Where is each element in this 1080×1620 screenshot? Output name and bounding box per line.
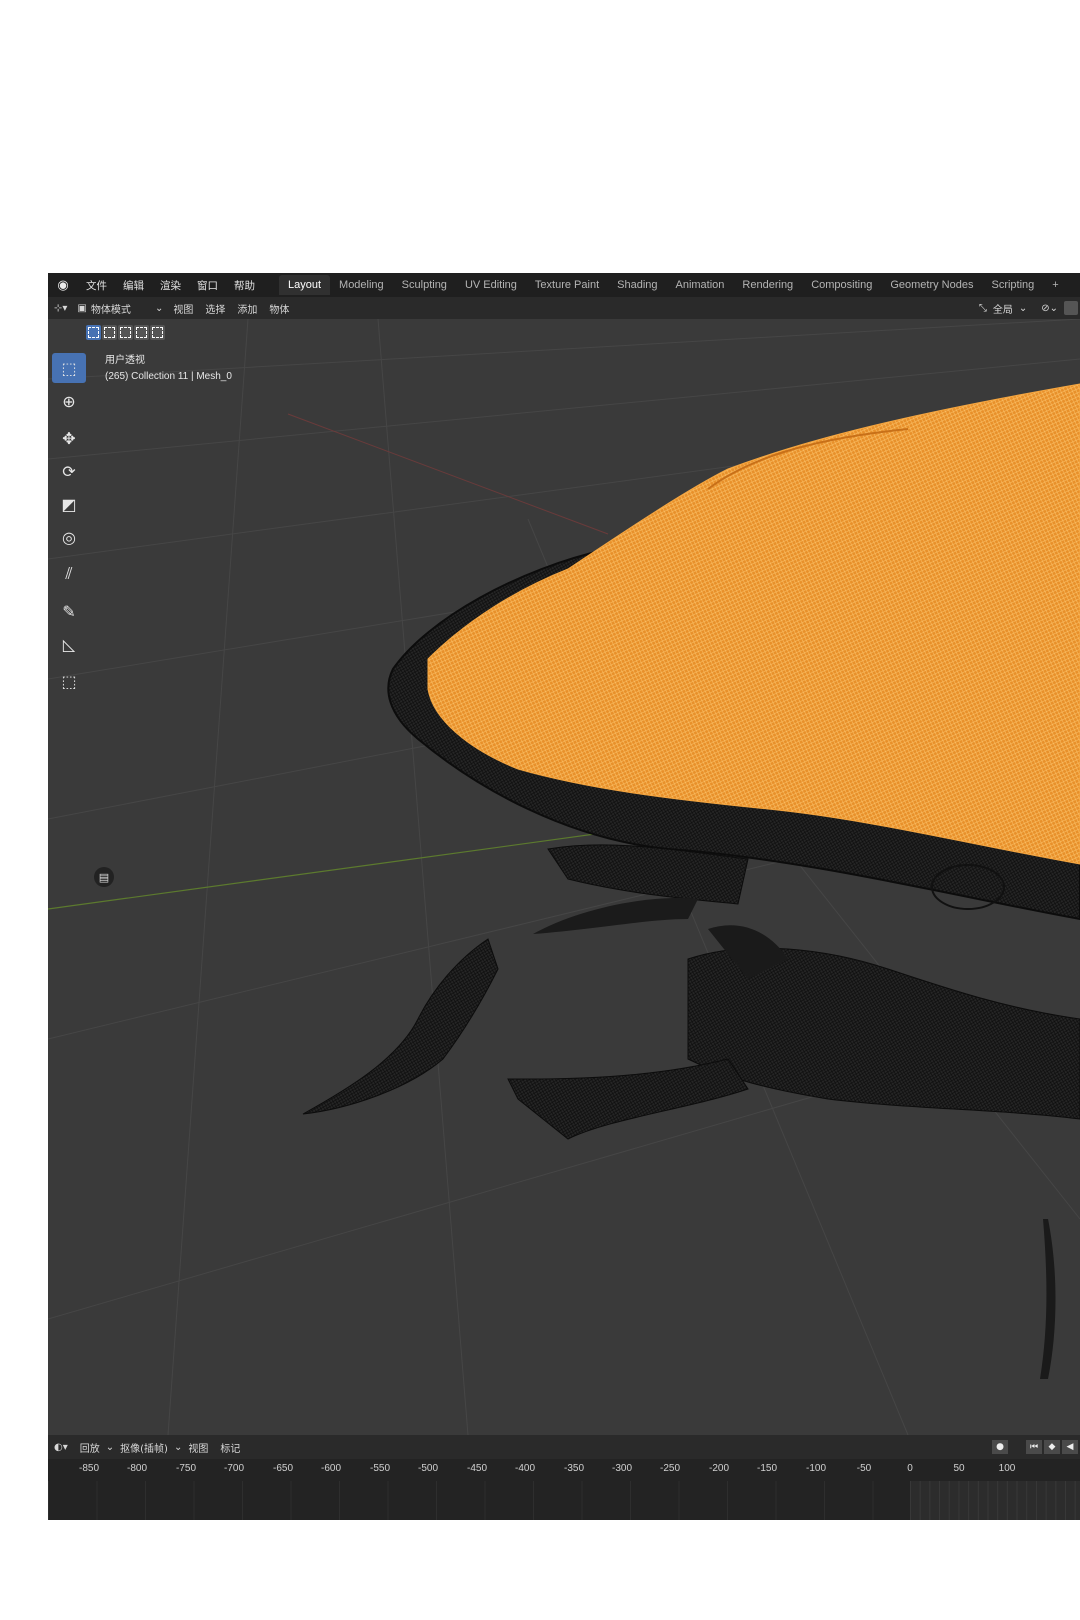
select-box-tool-icon[interactable]: ⬚ [52, 353, 86, 383]
play-reverse-icon[interactable]: ◀ [1062, 1440, 1078, 1454]
add-cube-tool-icon[interactable]: ⬚ [52, 666, 86, 696]
tab-layout[interactable]: Layout [279, 275, 331, 295]
record-icon[interactable]: ● [992, 1440, 1008, 1454]
scale-tool-icon[interactable]: ◩ [52, 489, 86, 519]
editor-type-icon[interactable]: ⊹▾ [48, 303, 73, 314]
menu-edit[interactable]: 编辑 [115, 278, 152, 293]
rotate-tool-icon[interactable]: ⟳ [52, 456, 86, 486]
timeline-header: ◐▾ 回放 ⌄ 抠像(插帧) ⌄ 视图 标记 ● ⏮ ◆ ◀ [48, 1435, 1080, 1459]
tool-shelf: ⬚ ⊕ ✥ ⟳ ◩ ◎ ⫽ ✎ ◺ ⬚ [52, 353, 88, 699]
view-name: 用户透视 [105, 355, 145, 366]
ruler-tick: -650 [272, 1463, 294, 1474]
ruler-tick: -750 [175, 1463, 197, 1474]
menu-select[interactable]: 选择 [199, 301, 231, 316]
menu-help[interactable]: 帮助 [226, 278, 263, 293]
ruler-tick: 100 [998, 1463, 1016, 1474]
pivot-icon[interactable]: ⊘⌄ [1041, 303, 1058, 314]
ruler-tick: -100 [805, 1463, 827, 1474]
menu-file[interactable]: 文件 [78, 278, 115, 293]
mode-label: 物体模式 [90, 304, 131, 316]
ruler-tick: -600 [320, 1463, 342, 1474]
tab-scripting[interactable]: Scripting [982, 275, 1043, 295]
tab-compositing[interactable]: Compositing [802, 275, 881, 295]
menu-add[interactable]: 添加 [231, 301, 263, 316]
header-right-group: ⤡ 全局 ⌄ ⊘⌄ [979, 297, 1080, 319]
chevron-down-icon: ⌄ [155, 302, 164, 314]
ruler-tick: -350 [563, 1463, 585, 1474]
ruler-tick: -500 [417, 1463, 439, 1474]
menu-window[interactable]: 窗口 [189, 278, 226, 293]
ruler-tick: -250 [659, 1463, 681, 1474]
mode-dropdown[interactable]: ▣ 物体模式 ⌄ [73, 301, 167, 316]
ruler-tick: -200 [708, 1463, 730, 1474]
tab-sculpting[interactable]: Sculpting [393, 275, 456, 295]
tab-animation[interactable]: Animation [667, 275, 734, 295]
menu-keying[interactable]: 抠像(插帧) [114, 1440, 174, 1455]
object-mode-icon: ▣ [77, 302, 87, 314]
tab-texture-paint[interactable]: Texture Paint [526, 275, 608, 295]
frame-range-area [910, 1481, 1080, 1520]
jump-start-icon[interactable]: ⏮ [1026, 1440, 1042, 1454]
timeline-ruler[interactable]: -850 -800 -750 -700 -650 -600 -550 -500 … [48, 1459, 1080, 1481]
playback-controls: ● ⏮ ◆ ◀ [992, 1440, 1080, 1454]
timeline-track-area[interactable] [48, 1481, 1080, 1520]
move-tool-icon[interactable]: ✥ [52, 423, 86, 453]
transform-orientation-icon[interactable]: ⤡ [979, 303, 987, 314]
menu-marker[interactable]: 标记 [214, 1440, 246, 1455]
menu-playback[interactable]: 回放 [74, 1440, 106, 1455]
ruler-tick: -450 [466, 1463, 488, 1474]
cursor-tool-icon[interactable]: ⊕ [52, 386, 86, 416]
annotate-tool-icon[interactable]: ⫽ [52, 559, 86, 589]
menu-render[interactable]: 渲染 [152, 278, 189, 293]
snap-icon[interactable] [1064, 301, 1078, 315]
object-info: (265) Collection 11 | Mesh_0 [105, 371, 232, 382]
chevron-down-icon: ⌄ [105, 1441, 115, 1453]
chevron-down-icon: ⌄ [173, 1441, 183, 1453]
blender-logo-icon[interactable]: ◉ [48, 278, 78, 293]
draw-tool-icon[interactable]: ✎ [52, 596, 86, 626]
ruler-tick: 50 [953, 1463, 965, 1474]
orientation-dropdown[interactable]: 全局 [993, 301, 1013, 316]
ruler-tick: -50 [856, 1463, 872, 1474]
ruler-tick: -800 [126, 1463, 148, 1474]
chevron-down-icon: ⌄ [1018, 302, 1028, 314]
viewport-info: 用户透视 (265) Collection 11 | Mesh_0 [105, 353, 232, 385]
ruler-tick: -300 [611, 1463, 633, 1474]
menu-view[interactable]: 视图 [167, 301, 199, 316]
ruler-tick: -150 [756, 1463, 778, 1474]
ruler-tick: -850 [78, 1463, 100, 1474]
measure-tool-icon[interactable]: ◺ [52, 629, 86, 659]
sidebar-toggle-icon[interactable]: ▤ [94, 867, 114, 887]
tab-shading[interactable]: Shading [608, 275, 666, 295]
ruler-tick: -700 [223, 1463, 245, 1474]
tab-geometry-nodes[interactable]: Geometry Nodes [881, 275, 982, 295]
tab-rendering[interactable]: Rendering [733, 275, 802, 295]
tab-modeling[interactable]: Modeling [330, 275, 393, 295]
top-menu-bar: ◉ 文件 编辑 渲染 窗口 帮助 Layout Modeling Sculpti… [48, 273, 1080, 297]
menu-timeline-view[interactable]: 视图 [182, 1440, 214, 1455]
ruler-tick: -550 [369, 1463, 391, 1474]
ruler-tick: 0 [907, 1463, 913, 1474]
timeline-editor-icon[interactable]: ◐▾ [48, 1442, 74, 1453]
add-workspace-button[interactable]: + [1043, 275, 1067, 295]
transform-tool-icon[interactable]: ◎ [52, 522, 86, 552]
blender-window: ◉ 文件 编辑 渲染 窗口 帮助 Layout Modeling Sculpti… [48, 273, 1080, 1520]
menu-object[interactable]: 物体 [263, 301, 295, 316]
ruler-tick: -400 [514, 1463, 536, 1474]
viewport-header: ⊹▾ ▣ 物体模式 ⌄ 视图 选择 添加 物体 ⤡ 全局 ⌄ ⊘⌄ [48, 297, 1080, 319]
tab-uv-editing[interactable]: UV Editing [456, 275, 526, 295]
prev-keyframe-icon[interactable]: ◆ [1044, 1440, 1060, 1454]
viewport-3d[interactable] [48, 319, 1080, 1435]
